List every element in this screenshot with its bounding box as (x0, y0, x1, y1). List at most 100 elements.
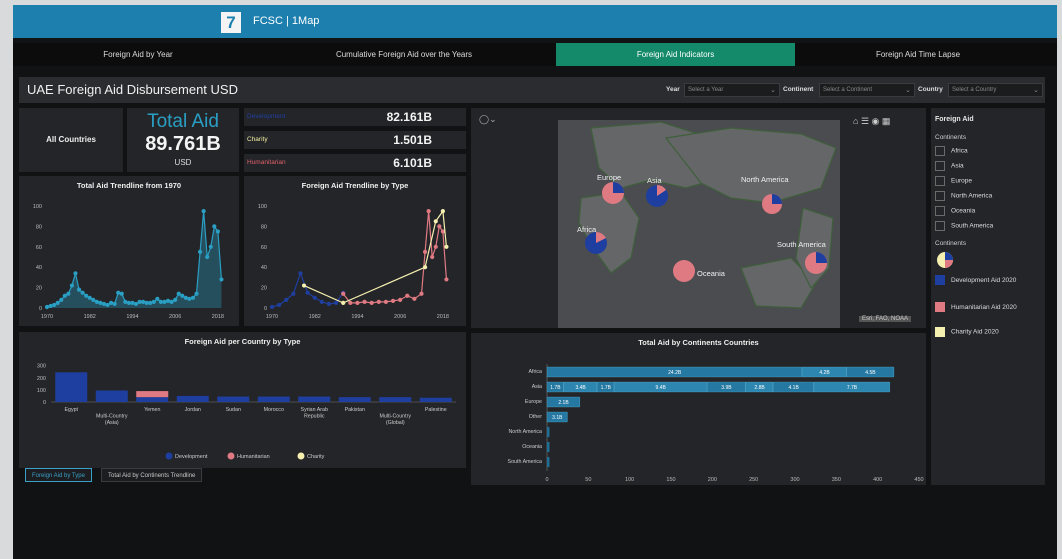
y-tick-label: 200 (37, 376, 46, 382)
data-point (73, 271, 78, 276)
y-tick-label: 0 (264, 306, 267, 312)
x-tick-label: 300 (790, 477, 799, 483)
category-label: (Asia) (105, 420, 119, 426)
data-point (190, 295, 196, 300)
segment-label: 3.1B (552, 415, 563, 421)
category-label: Yemen (144, 407, 160, 413)
tab-foreign-aid-by-year[interactable]: Foreign Aid by Year (53, 43, 223, 66)
tab-foreign-aid-time-lapse[interactable]: Foreign Aid Time Lapse (823, 43, 1013, 66)
data-point (219, 277, 224, 282)
data-point (341, 300, 346, 305)
bar-development (338, 397, 371, 402)
data-point (94, 299, 99, 304)
charity-kpi: Charity 1.501B (244, 131, 466, 149)
category-label: Multi-Country (96, 414, 128, 420)
map-panel: ◯⌄ Europe Asia North America Africa Sout… (471, 108, 926, 328)
humanitarian-kpi: Humanitarian 6.101B (244, 154, 466, 172)
data-point (116, 290, 121, 295)
category-label: Egypt (64, 407, 78, 413)
aid-trend-by-type-panel: Foreign Aid Trendline by Type 0 20 40 60 80 1… (244, 176, 466, 326)
x-tick-label: 1982 (84, 314, 96, 320)
continent-label: Africa (951, 147, 968, 155)
basemap-icon[interactable]: ◉ (872, 116, 880, 126)
data-point (444, 244, 449, 249)
data-point (180, 293, 185, 298)
segment-label: 2.1B (558, 400, 569, 406)
bar-humanitarian (136, 391, 169, 398)
data-point (123, 299, 128, 304)
year-select[interactable]: Select a Year ⌄ (684, 83, 780, 97)
list-icon[interactable]: ☰ (861, 116, 869, 126)
legend-label: Humanitarian (237, 454, 270, 460)
data-point (201, 209, 206, 214)
category-label: Other (529, 414, 542, 420)
chevron-down-icon: ⌄ (905, 87, 911, 94)
bar-background (547, 427, 550, 437)
country-select-placeholder: Select a Country (952, 87, 997, 93)
data-point (291, 291, 296, 296)
data-point (155, 296, 160, 301)
segment-label: 1.7B (601, 385, 612, 391)
legend-swatch (227, 452, 235, 460)
bar-background (547, 457, 550, 467)
x-tick-label: 1970 (266, 314, 278, 320)
x-tick-label: 2006 (394, 314, 406, 320)
tab-foreign-aid-by-type[interactable]: Foreign Aid by Type (25, 468, 92, 482)
home-icon[interactable]: ⌂ (853, 116, 858, 126)
tab-foreign-aid-indicators[interactable]: Foreign Aid Indicators (556, 43, 795, 66)
nav-tabs: Foreign Aid by Year Cumulative Foreign A… (13, 43, 1057, 66)
segment-label: 9.4B (656, 385, 667, 391)
data-point (362, 299, 367, 304)
data-point (269, 304, 275, 310)
development-kpi-value: 82.161B (386, 110, 432, 124)
bar-development (176, 395, 209, 402)
continent-label: Europe (951, 177, 972, 185)
data-point (444, 277, 449, 282)
segment-label: 4.1B (789, 385, 800, 391)
y-tick-label: 100 (258, 204, 267, 210)
aid-per-country-panel: Foreign Aid per Country by Type 0 100 200 3… (19, 332, 466, 468)
category-label: Europe (525, 399, 542, 405)
total-aid-trend-panel: Total Aid Trendline from 1970 0 20 40 60 80 1… (19, 176, 239, 326)
data-point (105, 302, 110, 308)
data-point (348, 300, 353, 305)
fcsc-logo: 7 (221, 12, 241, 33)
data-point (62, 293, 67, 298)
app-title: FCSC | 1Map (253, 15, 320, 27)
page-title: UAE Foreign Aid Disbursement USD (27, 82, 238, 97)
legend-label: Development (175, 454, 208, 460)
data-point (44, 304, 50, 310)
data-point (98, 300, 103, 305)
development-kpi: Development 82.161B (244, 108, 466, 126)
y-tick-label: 80 (261, 224, 267, 230)
map-attribution: Esri, FAO, NOAA (859, 316, 912, 322)
grid-icon[interactable]: ▦ (882, 116, 891, 126)
data-point (412, 296, 417, 301)
tab-total-aid-by-continents-trendline[interactable]: Total Aid by Continents Trendline (101, 468, 203, 482)
legend-label: Charity (307, 454, 325, 460)
tab-cumulative-foreign-aid[interactable]: Cumulative Foreign Aid over the Years (298, 43, 510, 66)
data-point (66, 291, 71, 296)
dashboard-app: 7 FCSC | 1Map Foreign Aid by Year Cumula… (13, 5, 1057, 559)
y-tick-label: 20 (36, 286, 42, 292)
data-point (87, 295, 92, 300)
continent-swatch (935, 191, 945, 201)
scope-label: All Countries (46, 135, 96, 144)
data-point (433, 219, 438, 224)
map-label-asia: Asia (647, 176, 662, 185)
world-map[interactable]: Europe Asia North America Africa South A… (471, 108, 926, 328)
country-select[interactable]: Select a Country ⌄ (948, 83, 1043, 97)
continent-swatch (935, 146, 945, 156)
data-point (112, 301, 117, 307)
y-tick-label: 0 (39, 306, 42, 312)
x-tick-label: 50 (585, 477, 591, 483)
continent-legend-item: Africa (935, 146, 968, 156)
data-point (383, 299, 389, 304)
category-label: (Global) (386, 420, 405, 426)
data-point (319, 299, 324, 304)
legend-panel: Foreign Aid Continents Africa Asia Europe N… (931, 108, 1045, 485)
data-point (148, 300, 153, 305)
category-label: Oceania (522, 444, 542, 450)
segment-label: 4.2B (819, 370, 830, 376)
continent-select[interactable]: Select a Continent ⌄ (819, 83, 915, 97)
